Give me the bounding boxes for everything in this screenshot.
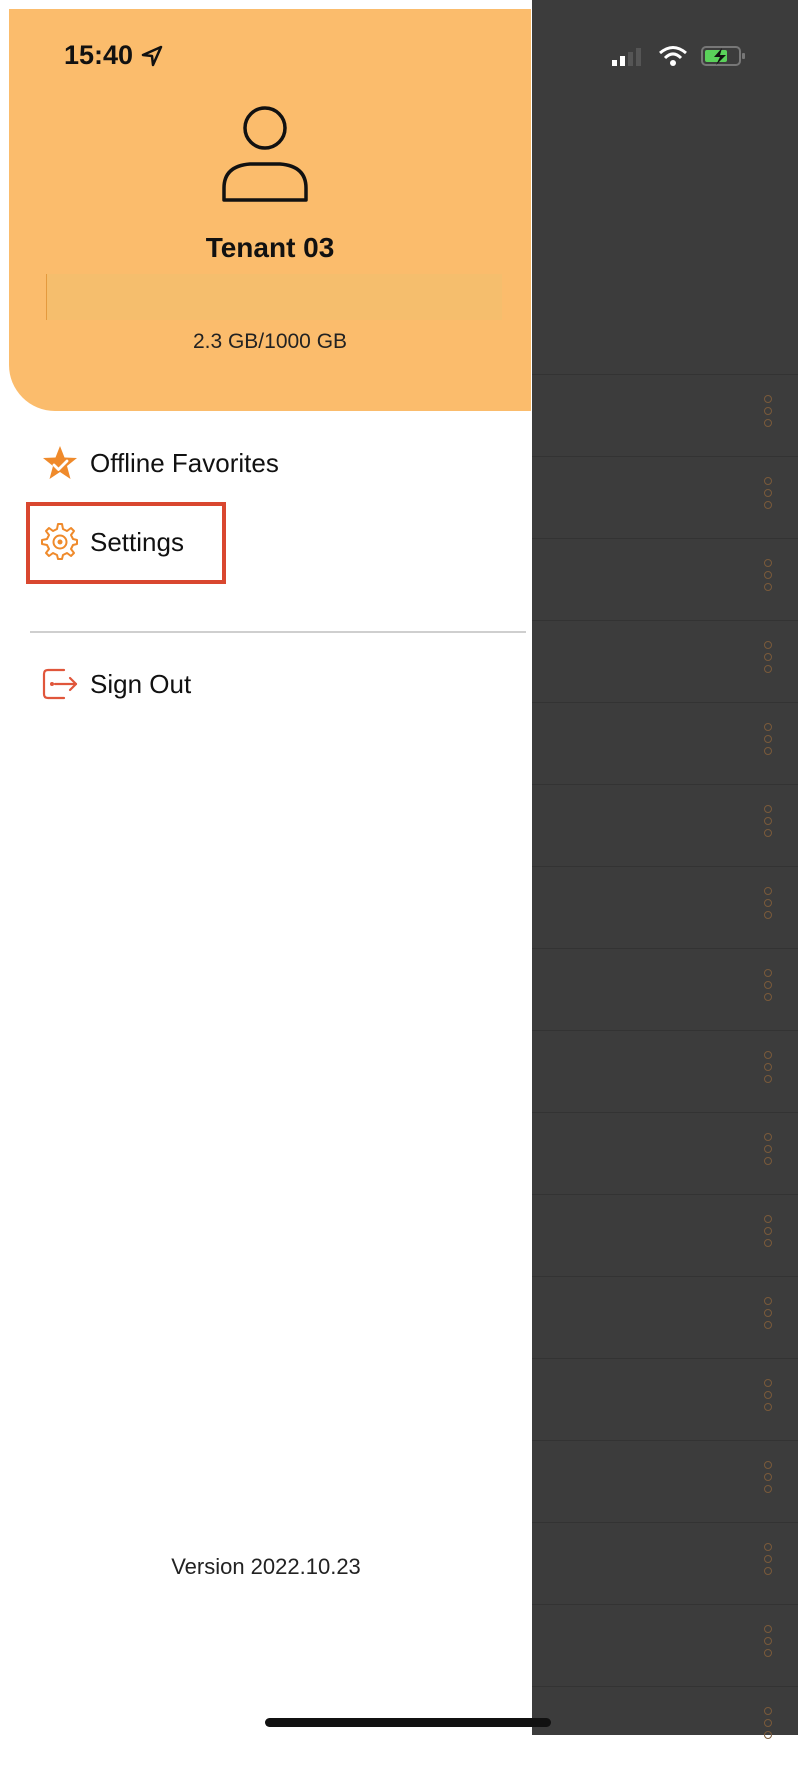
background-row — [532, 1358, 798, 1441]
more-options-icon — [764, 1707, 772, 1743]
location-arrow-icon — [141, 45, 163, 66]
menu-item-offline-favorites[interactable]: Offline Favorites — [40, 443, 279, 483]
background-row — [532, 702, 798, 785]
settings-highlight-box — [26, 502, 226, 584]
menu-item-sign-out[interactable]: Sign Out — [40, 664, 191, 704]
more-options-icon — [764, 887, 772, 923]
signal-icon — [612, 48, 641, 66]
more-options-icon — [764, 1625, 772, 1661]
navigation-drawer: 15:40 Tenant 03 2.3 GB/1000 GB Offline F… — [0, 0, 532, 1735]
background-row — [532, 374, 798, 457]
status-icons — [612, 44, 748, 68]
more-options-icon — [764, 723, 772, 759]
background-row — [532, 948, 798, 1031]
menu-item-label: Offline Favorites — [90, 447, 279, 478]
more-options-icon — [764, 1133, 772, 1169]
background-row — [532, 866, 798, 949]
more-options-icon — [764, 1543, 772, 1579]
background-row — [532, 1276, 798, 1359]
status-time: 15:40 — [64, 40, 165, 71]
avatar-user-icon — [222, 106, 308, 202]
more-options-icon — [764, 1379, 772, 1415]
battery-charging-icon — [701, 46, 745, 66]
home-indicator[interactable] — [265, 1718, 551, 1727]
background-row — [532, 1030, 798, 1113]
background-row — [532, 1112, 798, 1195]
storage-progress-bar — [46, 274, 502, 320]
background-row — [532, 620, 798, 703]
more-options-icon — [764, 559, 772, 595]
background-row — [532, 1686, 798, 1769]
background-row — [532, 538, 798, 621]
menu-divider — [30, 631, 526, 633]
background-row — [532, 1440, 798, 1523]
storage-progress-fill — [46, 274, 48, 320]
star-check-icon — [40, 443, 80, 483]
more-options-icon — [764, 1051, 772, 1087]
sign-out-icon — [40, 664, 80, 704]
more-options-icon — [764, 1297, 772, 1333]
more-options-icon — [764, 395, 772, 431]
background-row — [532, 1522, 798, 1605]
wifi-icon — [659, 46, 687, 66]
background-row — [532, 1194, 798, 1277]
more-options-icon — [764, 1461, 772, 1497]
background-row — [532, 456, 798, 539]
status-time-label: 15:40 — [64, 40, 134, 70]
menu-item-label: Sign Out — [90, 668, 192, 699]
more-options-icon — [764, 477, 772, 513]
background-row — [532, 784, 798, 867]
more-options-icon — [764, 1215, 772, 1251]
tenant-name: Tenant 03 — [205, 232, 335, 263]
more-options-icon — [764, 969, 772, 1005]
more-options-icon — [764, 641, 772, 677]
storage-usage-text: 2.3 GB/1000 GB — [192, 330, 348, 353]
background-row — [532, 1604, 798, 1687]
app-version: Version 2022.10.23 — [171, 1554, 361, 1579]
more-options-icon — [764, 805, 772, 841]
